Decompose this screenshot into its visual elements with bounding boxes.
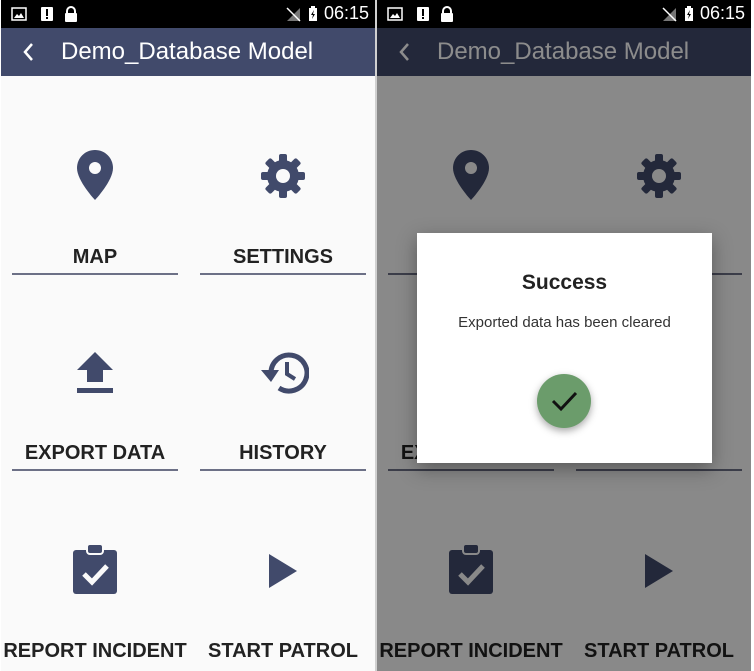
alert-notification-icon (41, 7, 53, 21)
no-signal-icon (286, 7, 301, 22)
tile-underline (12, 469, 178, 471)
back-arrow-icon[interactable] (17, 38, 41, 66)
success-dialog: Success Exported data has been cleared (417, 233, 712, 463)
tile-underline (200, 469, 366, 471)
tile-start-patrol[interactable]: START PATROL (200, 540, 366, 671)
image-notification-icon (11, 7, 27, 21)
alert-notification-icon (417, 7, 429, 21)
tile-report-incident[interactable]: REPORT INCIDENT (3, 540, 187, 671)
tile-history[interactable]: HISTORY (200, 338, 366, 478)
status-bar: 06:15 (377, 0, 751, 28)
dialog-title: Success (521, 271, 608, 294)
upload-icon (77, 352, 113, 393)
dialog-message: Exported data has been cleared (458, 314, 671, 331)
left-screen: 06:15 Demo_Database Model MAP SETTINGS E… (1, 0, 375, 671)
tile-label-export: EXPORT DATA (24, 442, 166, 464)
battery-charging-icon (685, 6, 693, 21)
play-icon (269, 554, 297, 588)
battery-charging-icon (309, 6, 317, 21)
tile-underline (12, 273, 178, 275)
lock-icon (441, 6, 453, 22)
status-bar: 06:15 (1, 0, 375, 28)
no-signal-icon (662, 7, 677, 22)
map-pin-icon (77, 150, 113, 200)
clipboard-check-icon (73, 544, 117, 594)
tile-map[interactable]: MAP (12, 140, 178, 280)
lock-icon (65, 6, 77, 22)
status-time: 06:15 (323, 3, 369, 23)
tile-settings[interactable]: SETTINGS (200, 140, 366, 280)
right-screen: 06:15 Demo_Database Model MAP SETTINGS E… (377, 0, 751, 671)
check-icon (551, 391, 578, 412)
status-time: 06:15 (699, 3, 745, 23)
tile-label-settings: SETTINGS (232, 246, 333, 268)
tile-export-data[interactable]: EXPORT DATA (12, 338, 178, 478)
image-notification-icon (387, 7, 403, 21)
gear-icon (261, 154, 305, 198)
tile-label-report: REPORT INCIDENT (3, 640, 187, 662)
tile-label-history: HISTORY (239, 442, 327, 464)
history-icon (261, 352, 309, 394)
page-title: Demo_Database Model (61, 38, 314, 65)
confirm-check-button[interactable] (537, 374, 591, 428)
tile-underline (200, 273, 366, 275)
app-bar: Demo_Database Model (1, 28, 375, 76)
tile-label-patrol: START PATROL (208, 640, 358, 662)
tile-label-map: MAP (72, 246, 118, 268)
